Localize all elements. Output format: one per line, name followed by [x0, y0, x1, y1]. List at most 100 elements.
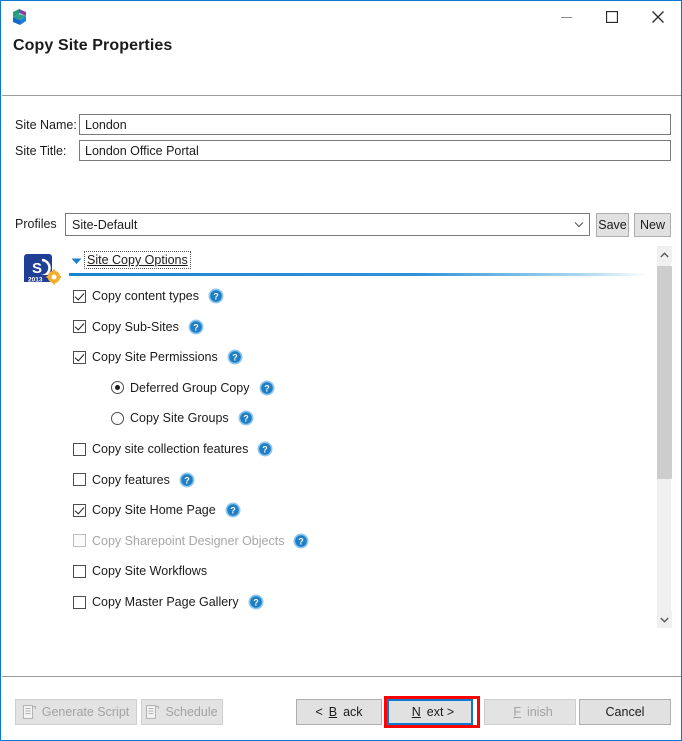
checkbox[interactable]	[73, 565, 86, 578]
option-label: Copy content types	[92, 289, 199, 303]
finish-label-post: inish	[527, 705, 553, 719]
checkbox[interactable]	[73, 351, 86, 364]
site-title-label: Site Title:	[15, 144, 66, 158]
option-label: Deferred Group Copy	[130, 381, 250, 395]
script-icon	[23, 705, 36, 720]
help-icon[interactable]: ?	[293, 533, 309, 549]
next-button[interactable]: Next >	[387, 699, 473, 725]
option-label: Copy Sub-Sites	[92, 320, 179, 334]
scrollbar-thumb[interactable]	[657, 266, 672, 479]
minimize-icon[interactable]	[543, 1, 589, 33]
checkbox	[73, 534, 86, 547]
section-rule	[69, 273, 649, 276]
triangle-down-icon[interactable]	[69, 254, 83, 268]
radio-button[interactable]	[111, 381, 124, 394]
site-copy-options-header[interactable]: Site Copy Options	[84, 251, 191, 269]
generate-script-label: Generate Script	[42, 705, 130, 719]
help-icon[interactable]: ?	[188, 319, 204, 335]
back-button[interactable]: < Back	[296, 699, 382, 725]
options-scrollbar[interactable]	[656, 246, 671, 628]
option-label: Copy Site Workflows	[92, 564, 207, 578]
footer-divider	[2, 676, 682, 677]
option-label: Copy site collection features	[92, 442, 248, 456]
dialog-window: Copy Site Properties Site Name: Site Tit…	[0, 0, 682, 741]
option-checkbox-row[interactable]: Copy Master Page Gallery?	[73, 593, 264, 611]
svg-text:?: ?	[184, 475, 190, 485]
new-profile-button[interactable]: New	[634, 213, 671, 237]
option-label: Copy Master Page Gallery	[92, 595, 239, 609]
help-icon[interactable]: ?	[238, 410, 254, 426]
option-label: Copy Site Home Page	[92, 503, 216, 517]
help-icon[interactable]: ?	[248, 594, 264, 610]
option-label: Copy features	[92, 473, 170, 487]
svg-text:?: ?	[193, 322, 199, 332]
option-checkbox-row[interactable]: Copy Site Home Page?	[73, 501, 241, 519]
chevron-down-icon[interactable]	[657, 611, 672, 628]
back-label-pre: <	[315, 705, 322, 719]
header-divider	[2, 95, 682, 96]
option-label: Copy Sharepoint Designer Objects	[92, 534, 284, 548]
svg-text:?: ?	[299, 536, 305, 546]
svg-text:?: ?	[232, 353, 238, 363]
help-icon[interactable]: ?	[259, 380, 275, 396]
help-icon[interactable]: ?	[227, 349, 243, 365]
window-controls	[543, 1, 681, 33]
svg-text:?: ?	[213, 292, 219, 302]
svg-text:S: S	[32, 260, 42, 277]
help-icon[interactable]: ?	[257, 441, 273, 457]
generate-script-button[interactable]: Generate Script	[15, 699, 137, 725]
help-icon[interactable]: ?	[225, 502, 241, 518]
help-icon[interactable]: ?	[208, 288, 224, 304]
option-label: Copy Site Permissions	[92, 350, 218, 364]
option-label: Copy Site Groups	[130, 411, 229, 425]
option-checkbox-row[interactable]: Copy Site Permissions?	[73, 348, 243, 366]
svg-text:2013: 2013	[28, 277, 43, 284]
checkbox[interactable]	[73, 443, 86, 456]
option-checkbox-row[interactable]: Copy Sharepoint Designer Objects?	[73, 532, 309, 550]
next-label-post: ext >	[427, 705, 454, 719]
svg-text:?: ?	[230, 506, 236, 516]
checkbox[interactable]	[73, 596, 86, 609]
save-profile-button[interactable]: Save	[596, 213, 629, 237]
finish-mnemonic: F	[513, 705, 521, 719]
svg-text:?: ?	[264, 383, 270, 393]
radio-button[interactable]	[111, 412, 124, 425]
finish-button[interactable]: Finish	[484, 699, 576, 725]
svg-text:?: ?	[253, 598, 259, 608]
svg-text:?: ?	[263, 445, 269, 455]
svg-text:?: ?	[243, 414, 249, 424]
profiles-selected-value: Site-Default	[66, 218, 569, 232]
script-icon	[146, 705, 159, 720]
next-mnemonic: N	[412, 705, 421, 719]
option-checkbox-row[interactable]: Copy features?	[73, 471, 195, 489]
site-name-label: Site Name:	[15, 118, 77, 132]
schedule-button[interactable]: Schedule	[141, 699, 223, 725]
close-icon[interactable]	[635, 1, 681, 33]
checkbox[interactable]	[73, 290, 86, 303]
option-radio-row[interactable]: Deferred Group Copy?	[111, 379, 275, 397]
site-title-input[interactable]	[79, 140, 671, 161]
option-radio-row[interactable]: Copy Site Groups?	[111, 409, 254, 427]
maximize-icon[interactable]	[589, 1, 635, 33]
option-checkbox-row[interactable]: Copy content types?	[73, 287, 224, 305]
help-icon[interactable]: ?	[179, 472, 195, 488]
app-cube-icon	[9, 7, 29, 27]
profiles-select[interactable]: Site-Default	[65, 213, 590, 236]
site-copy-options-panel: S 2013 Site Copy Options	[15, 246, 671, 628]
option-checkbox-row[interactable]: Copy site collection features?	[73, 440, 273, 458]
cancel-button[interactable]: Cancel	[579, 699, 671, 725]
option-checkbox-row[interactable]: Copy Sub-Sites?	[73, 318, 204, 336]
schedule-label: Schedule	[165, 705, 217, 719]
sharepoint-2013-icon: S 2013	[23, 251, 61, 289]
back-mnemonic: B	[329, 705, 337, 719]
title-bar	[1, 1, 681, 33]
checkbox[interactable]	[73, 504, 86, 517]
site-name-input[interactable]	[79, 114, 671, 135]
chevron-down-icon	[569, 221, 589, 228]
option-checkbox-row[interactable]: Copy Site Workflows	[73, 562, 207, 580]
profiles-label: Profiles	[15, 217, 57, 231]
chevron-up-icon[interactable]	[657, 246, 672, 263]
page-title: Copy Site Properties	[13, 37, 172, 55]
checkbox[interactable]	[73, 473, 86, 486]
checkbox[interactable]	[73, 320, 86, 333]
